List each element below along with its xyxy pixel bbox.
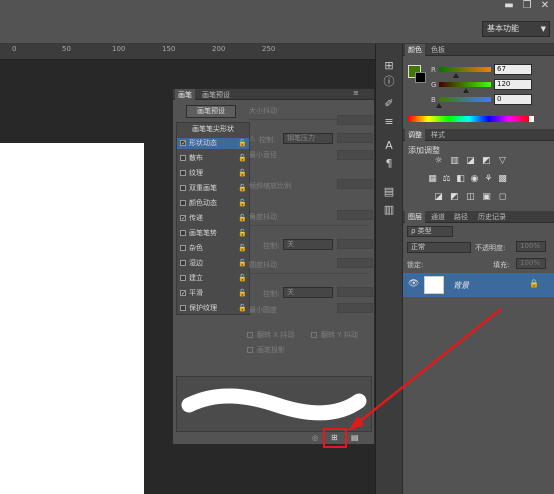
annotation-arrow [348,308,502,431]
